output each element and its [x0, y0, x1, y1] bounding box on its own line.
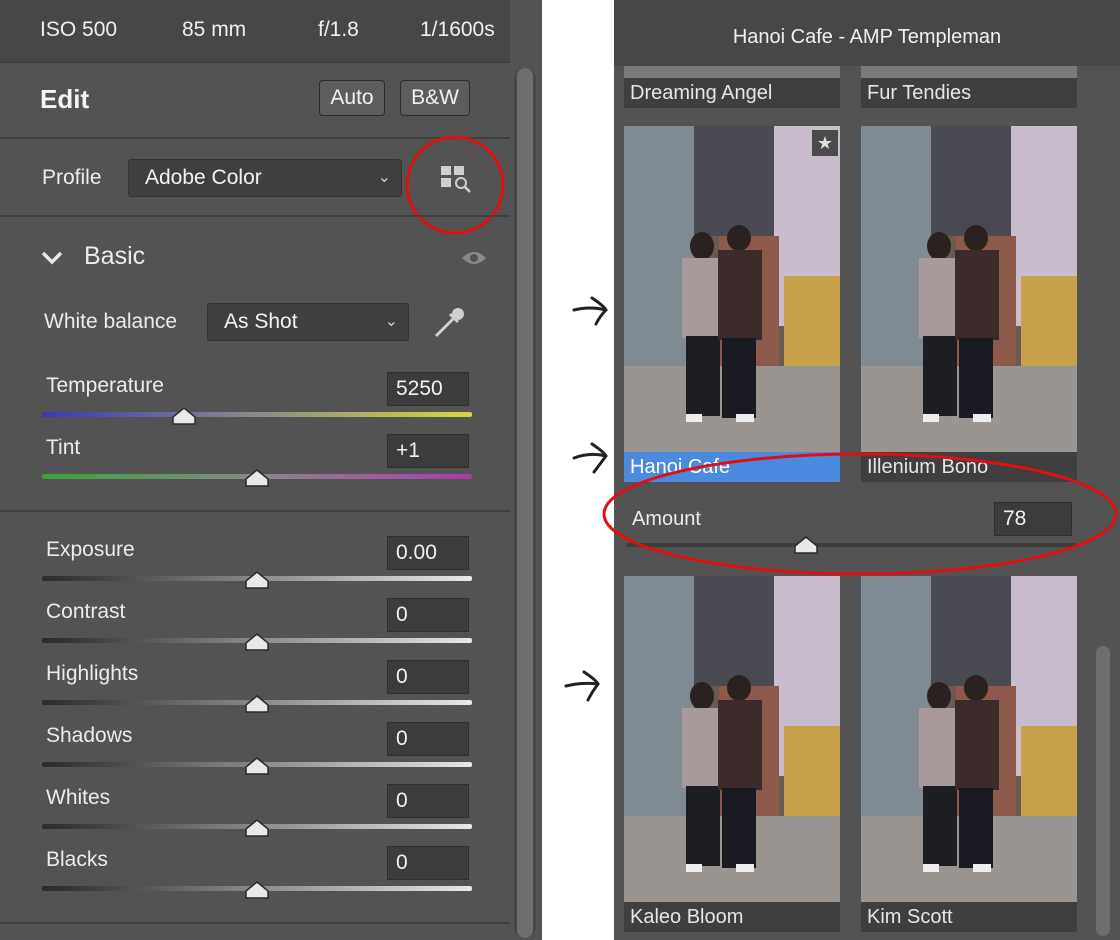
- eyedropper-icon[interactable]: [432, 304, 468, 340]
- white-balance-dropdown[interactable]: As Shot ⌄: [207, 303, 409, 341]
- exposure-label: Exposure: [46, 538, 135, 561]
- contrast-label: Contrast: [46, 600, 126, 623]
- photo-thumbnail: [861, 576, 1077, 902]
- highlights-label: Highlights: [46, 662, 139, 685]
- browser-scrollbar-thumb[interactable]: [1096, 646, 1110, 936]
- chevron-down-icon: ⌄: [384, 313, 398, 330]
- highlights-value-box[interactable]: 0: [387, 660, 469, 694]
- panel-scrollbar[interactable]: [514, 68, 536, 938]
- contrast-value-box[interactable]: 0: [387, 598, 469, 632]
- shadows-value-box[interactable]: 0: [387, 722, 469, 756]
- exposure-slider-thumb[interactable]: [244, 571, 270, 589]
- exposure-value-box[interactable]: 0.00: [387, 536, 469, 570]
- focal-length-readout: 85 mm: [182, 18, 247, 41]
- photo-thumbnail: [861, 126, 1077, 452]
- whites-slider-thumb[interactable]: [244, 819, 270, 837]
- divider: [0, 510, 510, 512]
- arrow-annotation: [564, 670, 600, 702]
- temperature-slider-thumb[interactable]: [171, 407, 197, 425]
- tint-slider-thumb[interactable]: [244, 469, 270, 487]
- tint-label: Tint: [46, 436, 81, 459]
- profile-tile-selected[interactable]: Hanoi Cafe ★: [624, 126, 840, 482]
- blacks-label: Blacks: [46, 848, 108, 871]
- chevron-down-icon[interactable]: [40, 250, 64, 266]
- annotation-ellipse: [602, 452, 1118, 576]
- profile-tile[interactable]: Fur Tendies: [861, 66, 1077, 108]
- browser-title: Hanoi Cafe - AMP Templeman: [732, 26, 1002, 48]
- profile-tile[interactable]: Illenium Bono: [861, 126, 1077, 482]
- basic-section-title: Basic: [84, 242, 146, 270]
- white-balance-label: White balance: [44, 310, 178, 333]
- shutter-readout: 1/1600s: [420, 18, 495, 41]
- profile-dropdown[interactable]: Adobe Color ⌄: [128, 159, 402, 197]
- arrow-annotation: [572, 296, 608, 326]
- camera-info-bar: ISO 500 85 mm f/1.8 1/1600s: [0, 0, 510, 63]
- contrast-slider-thumb[interactable]: [244, 633, 270, 651]
- star-icon[interactable]: ★: [812, 130, 838, 156]
- eye-icon[interactable]: [460, 248, 488, 268]
- scrollbar-thumb[interactable]: [517, 68, 533, 938]
- arrow-annotation: [572, 442, 608, 474]
- bw-button[interactable]: B&W: [400, 80, 470, 116]
- annotation-circle: [405, 135, 505, 235]
- browser-header: Hanoi Cafe - AMP Templeman: [614, 0, 1120, 66]
- profile-label: Profile: [42, 166, 102, 189]
- white-balance-value: As Shot: [224, 310, 298, 333]
- whites-value-box[interactable]: 0: [387, 784, 469, 818]
- photo-thumbnail: [624, 126, 840, 452]
- temperature-slider-track[interactable]: [42, 412, 472, 417]
- chevron-down-icon: ⌄: [377, 169, 391, 186]
- shadows-label: Shadows: [46, 724, 133, 747]
- edit-panel: ISO 500 85 mm f/1.8 1/1600s Edit Auto B&…: [0, 0, 542, 940]
- tint-value-box[interactable]: +1: [387, 434, 469, 468]
- tile-label: Kaleo Bloom: [624, 902, 840, 932]
- profile-value: Adobe Color: [145, 166, 262, 189]
- highlights-slider-thumb[interactable]: [244, 695, 270, 713]
- divider: [0, 922, 510, 924]
- aperture-readout: f/1.8: [318, 18, 359, 41]
- shadows-slider-thumb[interactable]: [244, 757, 270, 775]
- profile-tile[interactable]: Kaleo Bloom: [624, 576, 840, 932]
- blacks-slider-thumb[interactable]: [244, 881, 270, 899]
- blacks-value-box[interactable]: 0: [387, 846, 469, 880]
- profile-tile[interactable]: Kim Scott: [861, 576, 1077, 932]
- tile-label: Dreaming Angel: [624, 78, 840, 108]
- edit-title: Edit: [40, 84, 90, 114]
- temperature-value-box[interactable]: 5250: [387, 372, 469, 406]
- temperature-label: Temperature: [46, 374, 164, 397]
- auto-button[interactable]: Auto: [319, 80, 385, 116]
- tile-label: Kim Scott: [861, 902, 1077, 932]
- whites-label: Whites: [46, 786, 111, 809]
- photo-thumbnail: [624, 576, 840, 902]
- tile-label: Fur Tendies: [861, 78, 1077, 108]
- iso-readout: ISO 500: [40, 18, 118, 41]
- divider: [0, 215, 510, 217]
- profile-tile[interactable]: Dreaming Angel: [624, 66, 840, 108]
